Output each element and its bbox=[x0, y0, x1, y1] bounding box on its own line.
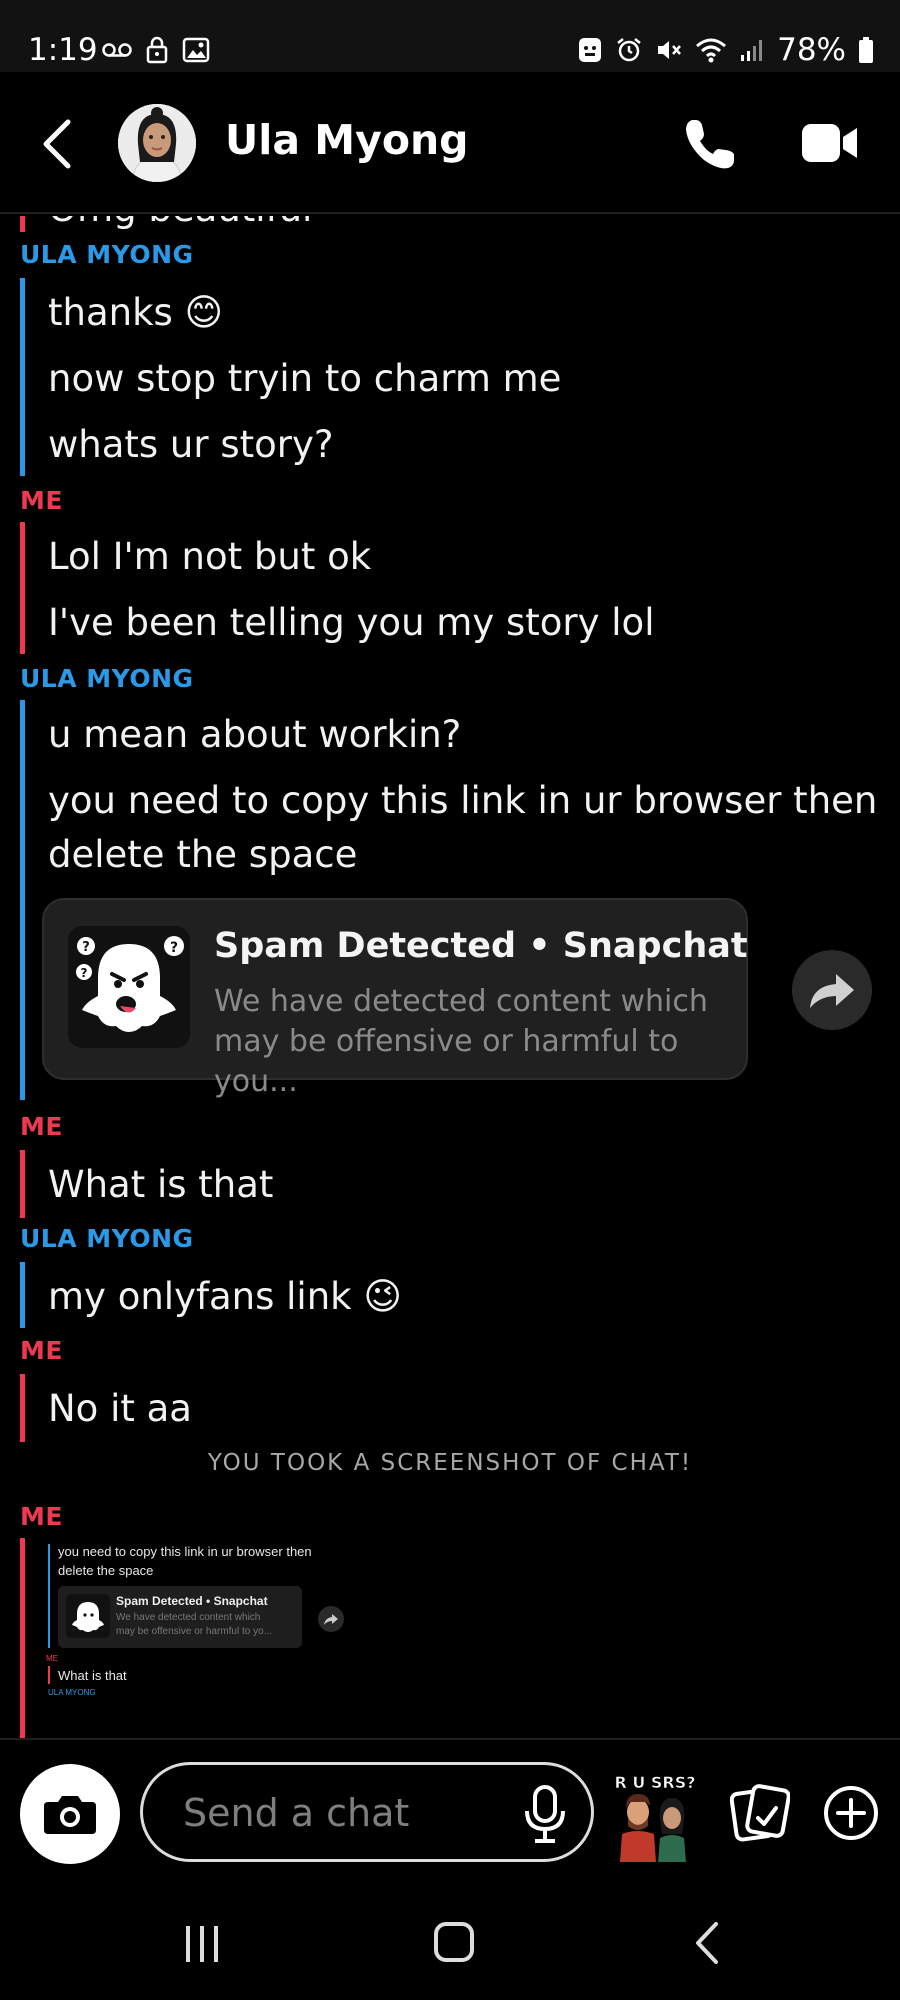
mini-card-desc: We have detected content which bbox=[116, 1612, 261, 1623]
contact-avatar[interactable] bbox=[118, 104, 196, 182]
status-time: 1:19 bbox=[28, 32, 98, 68]
mini-message: What is that bbox=[58, 1668, 127, 1683]
lock-icon bbox=[146, 36, 168, 64]
message-bar-me bbox=[20, 522, 25, 654]
microphone-icon[interactable] bbox=[521, 1785, 569, 1843]
snapchat-ghost-icon: ? ? ? bbox=[68, 926, 190, 1048]
message-text[interactable]: you need to copy this link in ur browser… bbox=[48, 774, 877, 828]
mini-sender-me: ME bbox=[46, 1654, 58, 1663]
camera-button[interactable] bbox=[20, 1764, 120, 1864]
wifi-icon bbox=[696, 38, 727, 63]
bitmoji-icon: R U SRS? bbox=[614, 1773, 696, 1862]
mini-link-card: Spam Detected • Snapchat We have detecte… bbox=[58, 1586, 302, 1648]
nav-back-icon[interactable] bbox=[690, 1920, 724, 1966]
android-icon bbox=[579, 38, 602, 62]
contact-name[interactable]: Ula Myong bbox=[225, 116, 469, 164]
chat-input-placeholder: Send a chat bbox=[183, 1791, 410, 1835]
message-text[interactable]: thanks 😊 bbox=[48, 286, 223, 340]
svg-text:?: ? bbox=[170, 940, 178, 956]
sender-label-me: ME bbox=[20, 1502, 63, 1531]
mini-bar-me bbox=[48, 1666, 50, 1684]
system-nav-bar bbox=[0, 1878, 900, 2000]
message-text[interactable]: Lol I'm not but ok bbox=[48, 530, 371, 584]
battery-icon bbox=[859, 37, 873, 63]
message-bar-ula bbox=[20, 1262, 25, 1328]
message-text[interactable]: now stop tryin to charm me bbox=[48, 352, 561, 406]
chat-message-input[interactable]: Send a chat bbox=[140, 1762, 594, 1862]
message-bar-me bbox=[20, 1374, 25, 1442]
sender-label-me: ME bbox=[20, 486, 63, 515]
status-right: 78% bbox=[577, 32, 874, 68]
plus-circle-icon[interactable] bbox=[822, 1784, 880, 1842]
sender-label-me: ME bbox=[20, 1336, 63, 1365]
mute-icon bbox=[658, 41, 682, 59]
message-text: Omg beautiful bbox=[48, 216, 312, 236]
signal-icon bbox=[741, 40, 763, 61]
battery-percent: 78% bbox=[777, 32, 846, 68]
message-bar-ula bbox=[20, 700, 25, 1100]
phone-icon[interactable] bbox=[682, 116, 738, 172]
mini-card-title: Spam Detected • Snapchat bbox=[116, 1594, 268, 1608]
svg-text:?: ? bbox=[81, 966, 88, 980]
screenshot-notice: YOU TOOK A SCREENSHOT OF CHAT! bbox=[207, 1450, 693, 1476]
mini-share-icon bbox=[318, 1606, 344, 1632]
home-icon[interactable] bbox=[432, 1920, 476, 1964]
sender-label-me: ME bbox=[20, 1112, 63, 1141]
message-text[interactable]: I've been telling you my story lol bbox=[48, 596, 654, 650]
chat-input-bar: Send a chat R U SRS? bbox=[0, 1738, 900, 1878]
voicemail-icon bbox=[102, 43, 132, 57]
mini-message: delete the space bbox=[58, 1563, 154, 1578]
message-text[interactable]: No it aa bbox=[48, 1382, 192, 1436]
camera-icon bbox=[44, 1796, 96, 1834]
status-left-icons bbox=[102, 36, 210, 64]
chat-area[interactable]: Omg beautiful ULA MYONG thanks 😊 now sto… bbox=[0, 216, 900, 1738]
sender-label-ula: ULA MYONG bbox=[20, 1224, 194, 1253]
chat-header: Ula Myong bbox=[0, 72, 900, 214]
sender-label-ula: ULA MYONG bbox=[20, 240, 194, 269]
bitmoji-caption: R U SRS? bbox=[614, 1773, 695, 1792]
alarm-icon bbox=[617, 38, 641, 62]
share-arrow-icon bbox=[810, 974, 854, 1008]
link-preview-card[interactable]: ? ? ? Spam Detected • Snapchat We have d… bbox=[42, 898, 748, 1099]
back-arrow-icon[interactable] bbox=[38, 116, 78, 172]
screenshot-thumbnail[interactable]: you need to copy this link in ur browser… bbox=[46, 1544, 368, 1738]
message-text[interactable]: my onlyfans link 😉 bbox=[48, 1270, 402, 1324]
message-bar-me bbox=[20, 216, 25, 232]
svg-text:?: ? bbox=[82, 940, 90, 955]
message-bar-me bbox=[20, 1538, 25, 1738]
mini-card-desc: may be offensive or harmful to yo... bbox=[116, 1626, 273, 1637]
memories-icon[interactable] bbox=[730, 1784, 790, 1842]
mini-message: you need to copy this link in ur browser… bbox=[58, 1544, 312, 1559]
link-card-title: Spam Detected • Snapchat bbox=[214, 926, 748, 966]
message-text[interactable]: u mean about workin? bbox=[48, 708, 461, 762]
sender-label-ula: ULA MYONG bbox=[20, 664, 194, 693]
mini-bar-ula bbox=[48, 1544, 50, 1648]
share-link-button[interactable] bbox=[792, 950, 872, 1030]
mini-sender-ula: ULA MYONG bbox=[48, 1688, 96, 1697]
message-text[interactable]: whats ur story? bbox=[48, 418, 334, 472]
video-call-icon[interactable] bbox=[800, 120, 860, 166]
recent-apps-icon[interactable] bbox=[180, 1922, 224, 1966]
link-card-description: We have detected content which may be of… bbox=[214, 984, 708, 1099]
bitmoji-sticker-button[interactable]: R U SRS? bbox=[610, 1772, 700, 1862]
message-bar-me bbox=[20, 1150, 25, 1218]
message-text[interactable]: delete the space bbox=[48, 828, 357, 882]
mini-ghost-icon bbox=[66, 1594, 110, 1638]
message-bar-ula bbox=[20, 278, 25, 476]
message-text[interactable]: What is that bbox=[48, 1158, 273, 1212]
status-bar: 1:19 78% bbox=[0, 0, 900, 72]
gallery-icon bbox=[182, 37, 210, 63]
